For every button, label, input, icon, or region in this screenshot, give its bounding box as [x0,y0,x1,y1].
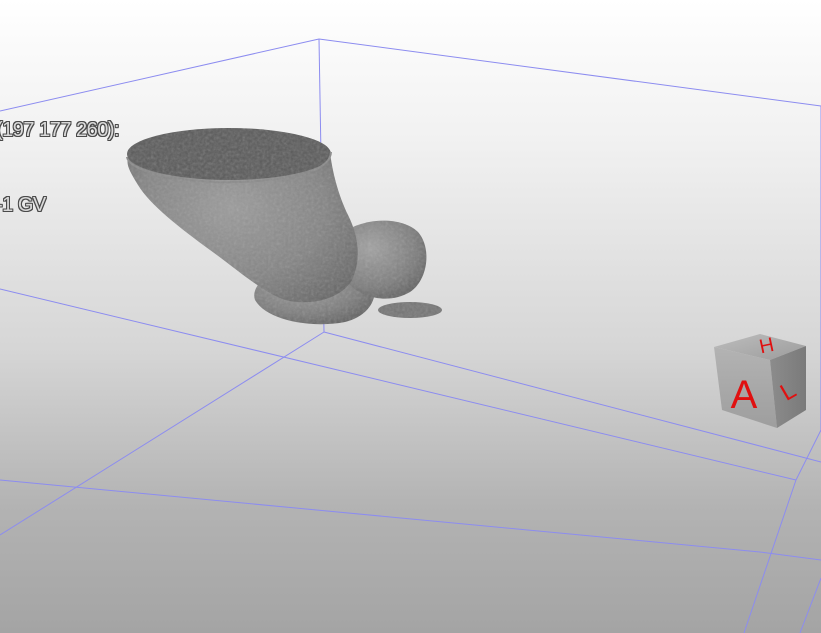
voxel-value-readout: (197 177 260): -1 GV [0,68,120,268]
volume-render-viewport[interactable]: H A L (197 177 260): -1 GV [0,0,821,633]
cube-label-front: A [731,373,758,417]
box-edge-floor-front [0,479,761,553]
box-edge-top-back [318,38,821,107]
volume-render-object[interactable] [126,128,442,325]
box-edge-floor-left [0,288,797,481]
box-edge-floor-right [743,479,797,633]
box-edge-floor-diagonal [0,331,325,536]
orientation-cube[interactable]: H A L [714,334,806,428]
box-edge-vertical-front-right [795,429,821,481]
scene-canvas[interactable]: H A L [0,0,821,633]
volume-base-disk [378,302,442,318]
box-edge-corner-right [799,577,821,633]
voxel-position-text: (197 177 260): [0,119,120,141]
voxel-value-text: -1 GV [0,194,46,216]
bounding-box-wireframe [0,38,821,633]
volume-top-cap [127,128,331,180]
